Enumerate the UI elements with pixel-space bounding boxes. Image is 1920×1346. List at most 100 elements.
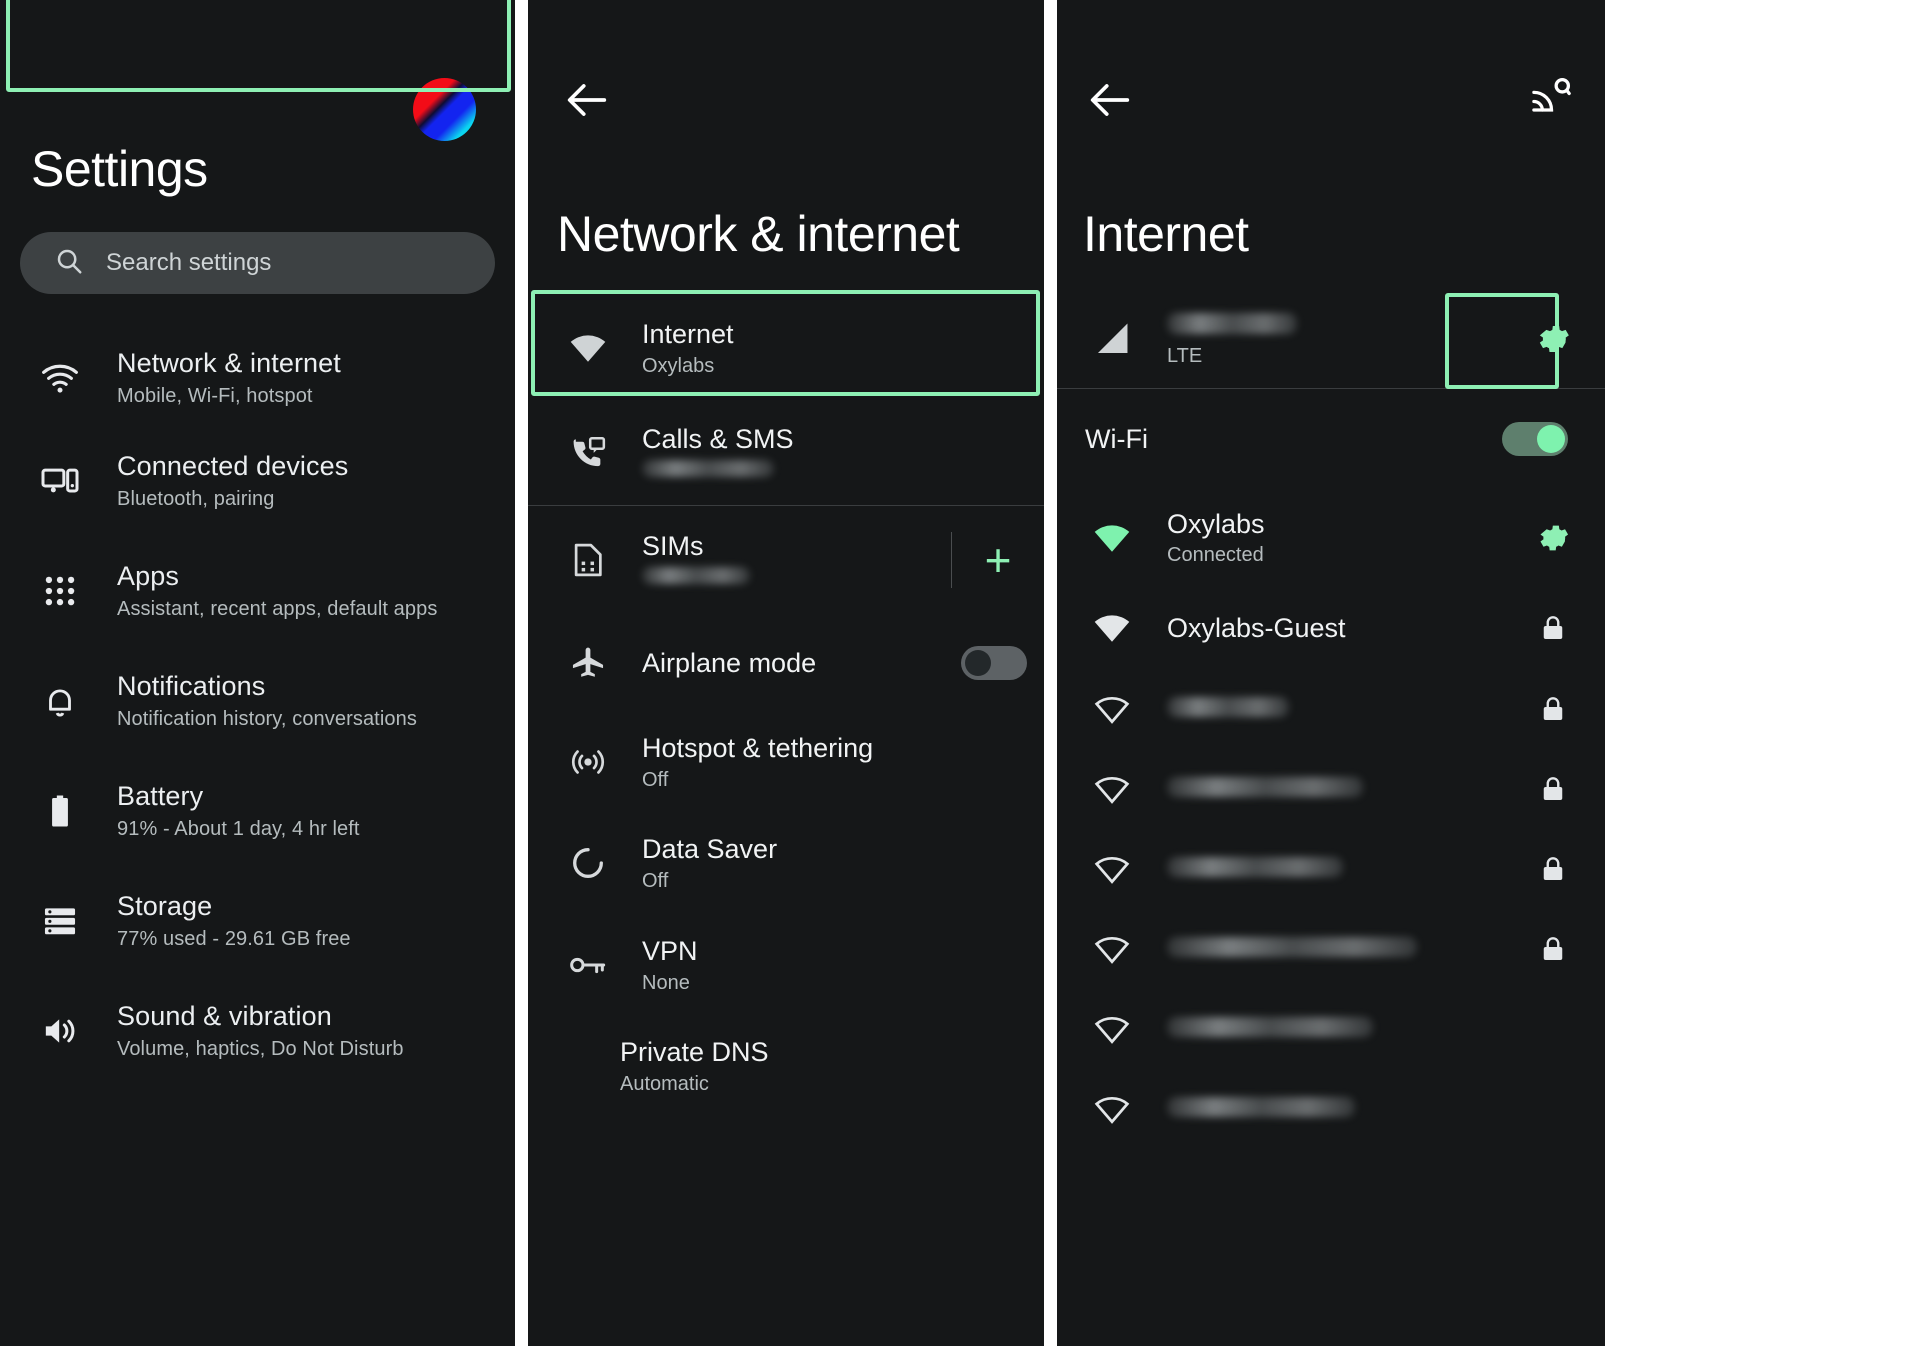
list-item-calls-sms[interactable]: Calls & SMS <box>528 401 1044 505</box>
wifi-network-status: Connected <box>1167 544 1264 566</box>
search-placeholder: Search settings <box>106 249 272 276</box>
list-item-label: Hotspot & tethering <box>642 732 874 763</box>
sidebar-item-apps[interactable]: Apps Assistant, recent apps, default app… <box>0 536 515 646</box>
carrier-sub: LTE <box>1167 345 1203 367</box>
sidebar-item-notifications[interactable]: Notifications Notification history, conv… <box>0 646 515 756</box>
wifi-network-lock <box>1521 934 1585 964</box>
wifi-network-settings-button[interactable] <box>1521 519 1585 557</box>
sidebar-item-label: Sound & vibration <box>117 1001 332 1031</box>
wifi-network-lock <box>1521 694 1585 724</box>
wifi-network-row[interactable] <box>1057 669 1605 749</box>
wifi-full-icon <box>1079 853 1145 885</box>
sidebar-item-label: Notifications <box>117 671 266 701</box>
list-item-label: Airplane mode <box>642 647 817 678</box>
data-saver-icon <box>556 844 620 882</box>
sidebar-item-battery[interactable]: Battery 91% - About 1 day, 4 hr left <box>0 756 515 866</box>
volume-icon <box>28 1011 92 1051</box>
list-item-label: Data Saver <box>642 833 778 864</box>
account-avatar[interactable] <box>413 78 476 141</box>
list-item-label: Calls & SMS <box>642 423 794 454</box>
list-item-vpn[interactable]: VPN None <box>528 914 1044 1016</box>
search-icon <box>54 246 84 281</box>
wifi-network-name: Oxylabs <box>1167 509 1265 539</box>
lock-icon <box>1543 777 1563 800</box>
wifi-full-icon <box>1079 933 1145 965</box>
settings-home-panel: Settings Search settings Network & inter… <box>0 0 515 1346</box>
list-item-label: Internet <box>642 318 734 349</box>
wifi-toggle-label: Wi-Fi <box>1085 423 1148 454</box>
wifi-network-lock <box>1521 854 1585 884</box>
list-item-sublabel: Oxylabs <box>642 354 715 377</box>
wifi-network-row[interactable] <box>1057 1069 1605 1149</box>
lock-icon <box>1543 616 1563 639</box>
back-arrow-icon[interactable] <box>561 74 613 126</box>
list-item-hotspot-tethering[interactable]: Hotspot & tethering Off <box>528 712 1044 812</box>
wifi-network-row[interactable]: Oxylabs Connected <box>1057 489 1605 587</box>
sidebar-item-sublabel: Assistant, recent apps, default apps <box>117 598 438 620</box>
list-item-sublabel: Automatic <box>620 1072 709 1095</box>
wifi-network-row[interactable] <box>1057 749 1605 829</box>
airplane-mode-toggle[interactable] <box>961 646 1027 680</box>
sidebar-item-sublabel: Mobile, Wi-Fi, hotspot <box>117 385 313 407</box>
list-item-data-saver[interactable]: Data Saver Off <box>528 812 1044 914</box>
list-item-private-dns[interactable]: Private DNS Automatic <box>528 1016 1044 1116</box>
vpn-key-icon <box>556 949 620 981</box>
sidebar-item-sublabel: 91% - About 1 day, 4 hr left <box>117 818 360 840</box>
wifi-toggle[interactable] <box>1502 422 1568 456</box>
internet-panel: Internet LTE Wi-Fi Oxylabs Connected Oxy… <box>1057 0 1605 1346</box>
cast-connected-icon[interactable] <box>1527 72 1575 120</box>
list-item-sublabel: Off <box>642 768 669 791</box>
list-item-airplane-mode[interactable]: Airplane mode <box>528 614 1044 712</box>
wifi-full-icon <box>1079 612 1145 644</box>
sidebar-item-sublabel: Volume, haptics, Do Not Disturb <box>117 1038 404 1060</box>
search-input[interactable]: Search settings <box>20 232 495 294</box>
calls-sms-icon <box>556 434 620 472</box>
airplane-icon <box>556 644 620 682</box>
add-sim-button[interactable]: + <box>952 537 1044 583</box>
panel-divider-2 <box>1044 0 1057 1346</box>
lock-icon <box>1543 697 1563 720</box>
wifi-network-row[interactable] <box>1057 989 1605 1069</box>
sidebar-item-label: Connected devices <box>117 451 349 481</box>
sidebar-item-connected-devices[interactable]: Connected devices Bluetooth, pairing <box>0 426 515 536</box>
lock-icon <box>1543 937 1563 960</box>
back-arrow-icon[interactable] <box>1084 74 1136 126</box>
wifi-network-lock <box>1521 613 1585 643</box>
list-item-label: Private DNS <box>620 1036 769 1067</box>
plus-icon: + <box>984 534 1012 586</box>
carrier-settings-button[interactable] <box>1521 319 1585 359</box>
gear-icon <box>1540 525 1569 551</box>
wifi-network-row[interactable] <box>1057 829 1605 909</box>
list-item-sublabel-blurred <box>642 566 951 590</box>
three-panel-screenshot: Settings Search settings Network & inter… <box>0 0 1920 1346</box>
list-item-sims[interactable]: SIMs + <box>528 506 1044 614</box>
list-item-sublabel: Off <box>642 869 669 892</box>
sidebar-item-label: Battery <box>117 781 204 811</box>
panel-divider-1 <box>515 0 528 1346</box>
sim-icon <box>556 541 620 579</box>
sidebar-item-sublabel: 77% used - 29.61 GB free <box>117 928 351 950</box>
settings-list: Network & internet Mobile, Wi-Fi, hotspo… <box>0 330 515 1086</box>
sidebar-item-storage[interactable]: Storage 77% used - 29.61 GB free <box>0 866 515 976</box>
internet-list: LTE Wi-Fi Oxylabs Connected Oxylabs-Gues… <box>1057 290 1605 1149</box>
page-title: Network & internet <box>557 206 960 262</box>
gear-icon <box>1539 326 1569 352</box>
sidebar-item-network-internet[interactable]: Network & internet Mobile, Wi-Fi, hotspo… <box>0 330 515 426</box>
wifi-full-icon <box>1079 1093 1145 1125</box>
sidebar-item-sound-vibration[interactable]: Sound & vibration Volume, haptics, Do No… <box>0 976 515 1086</box>
wifi-icon <box>556 332 620 364</box>
network-settings-list: Internet Oxylabs Calls & SMS SIMs + Airp… <box>528 295 1044 1116</box>
wifi-network-row[interactable]: Oxylabs-Guest <box>1057 587 1605 669</box>
wifi-full-icon <box>1079 1013 1145 1045</box>
wifi-full-icon <box>1079 693 1145 725</box>
hotspot-icon <box>556 743 620 781</box>
network-internet-panel: Network & internet Internet Oxylabs Call… <box>528 0 1044 1346</box>
list-item-internet[interactable]: Internet Oxylabs <box>528 295 1044 401</box>
wifi-network-row[interactable] <box>1057 909 1605 989</box>
list-item-sublabel-blurred <box>642 459 1044 483</box>
apps-grid-icon <box>28 572 92 610</box>
carrier-row[interactable]: LTE <box>1057 290 1605 388</box>
bell-icon <box>28 682 92 720</box>
wifi-toggle-row[interactable]: Wi-Fi <box>1057 389 1605 489</box>
wifi-full-icon <box>1079 522 1145 554</box>
